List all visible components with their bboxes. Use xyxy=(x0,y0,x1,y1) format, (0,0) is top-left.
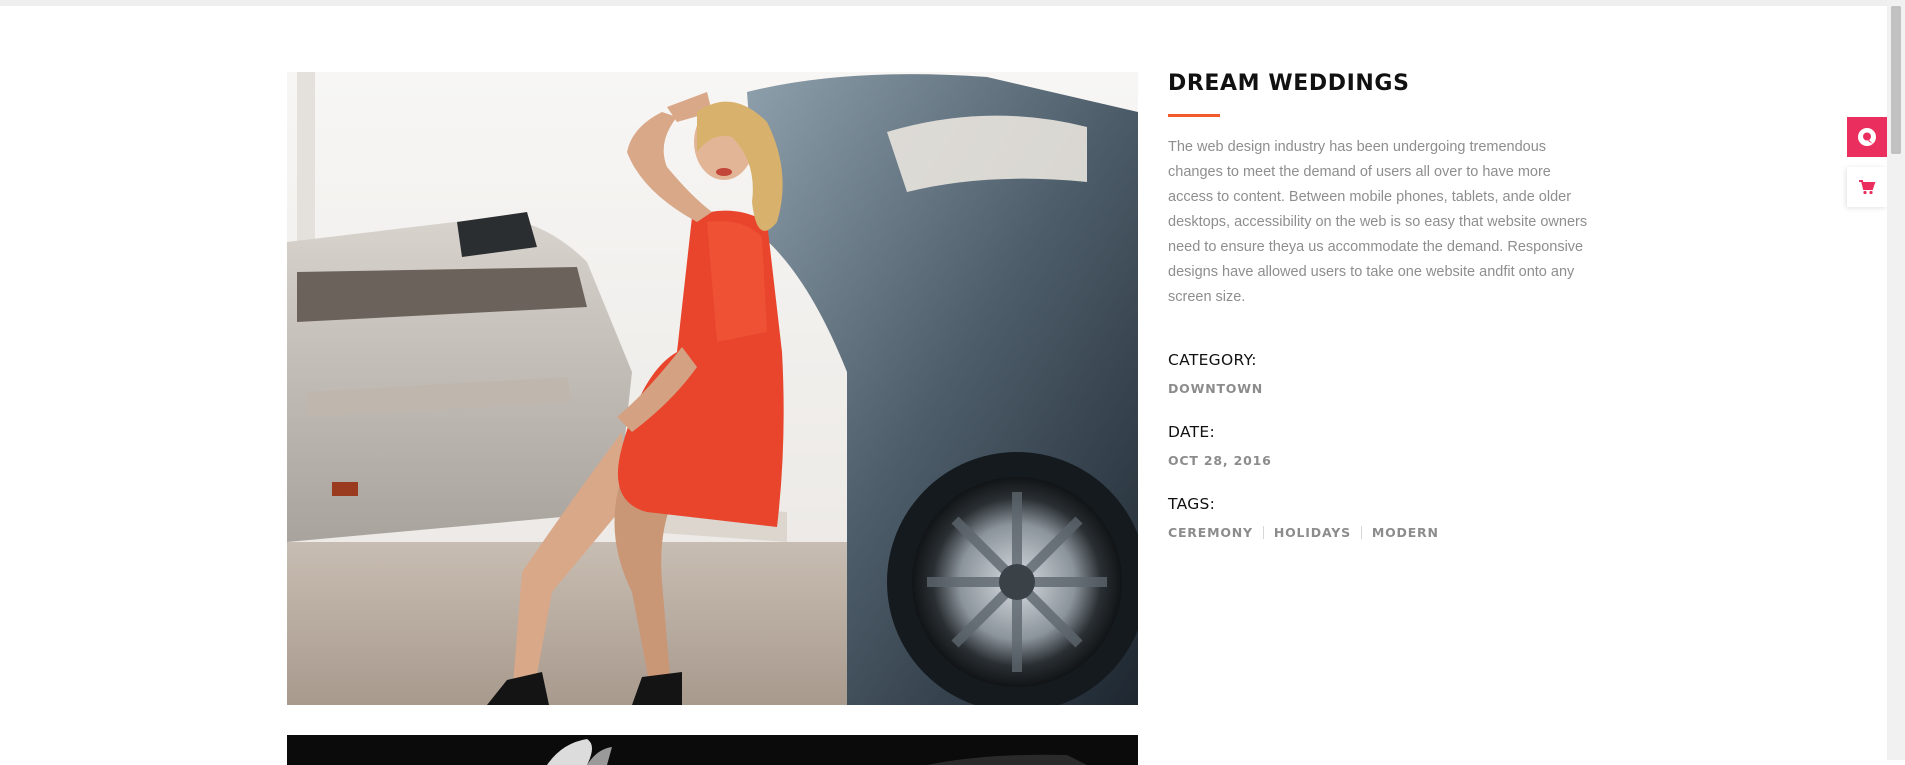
tag-separator xyxy=(1360,526,1362,539)
cart-icon xyxy=(1859,180,1876,195)
project-details: DREAM WEDDINGS The web design industry h… xyxy=(1168,70,1598,540)
project-secondary-image[interactable] xyxy=(287,735,1138,765)
secondary-photo-illustration xyxy=(287,735,1138,765)
tags-label: TAGS: xyxy=(1168,495,1216,513)
date-value: OCT 28, 2016 xyxy=(1168,453,1272,468)
project-title: DREAM WEDDINGS xyxy=(1168,71,1410,96)
date-block: DATE: OCT 28, 2016 xyxy=(1168,423,1272,468)
tags-block: TAGS: CEREMONY HOLIDAYS MODERN xyxy=(1168,495,1439,540)
scrollbar-thumb[interactable] xyxy=(1891,6,1901,154)
tag-holidays[interactable]: HOLIDAYS xyxy=(1274,525,1351,540)
category-block: CATEGORY: DOWNTOWN xyxy=(1168,351,1263,396)
category-value: DOWNTOWN xyxy=(1168,381,1264,396)
tag-ceremony[interactable]: CEREMONY xyxy=(1168,525,1253,540)
top-bar xyxy=(0,0,1887,6)
project-main-image[interactable] xyxy=(287,72,1138,705)
chat-widget-button[interactable] xyxy=(1847,117,1887,157)
date-label: DATE: xyxy=(1168,423,1216,441)
tags-list: CEREMONY HOLIDAYS MODERN xyxy=(1168,525,1439,540)
tag-modern[interactable]: MODERN xyxy=(1372,525,1439,540)
vertical-scrollbar[interactable] xyxy=(1887,0,1905,760)
title-underline xyxy=(1168,114,1220,117)
project-description: The web design industry has been undergo… xyxy=(1168,139,1588,305)
main-photo-illustration xyxy=(287,72,1138,705)
tag-separator xyxy=(1262,526,1264,539)
chat-icon xyxy=(1858,128,1876,146)
cart-widget-button[interactable] xyxy=(1847,167,1887,207)
category-label: CATEGORY: xyxy=(1168,351,1257,369)
